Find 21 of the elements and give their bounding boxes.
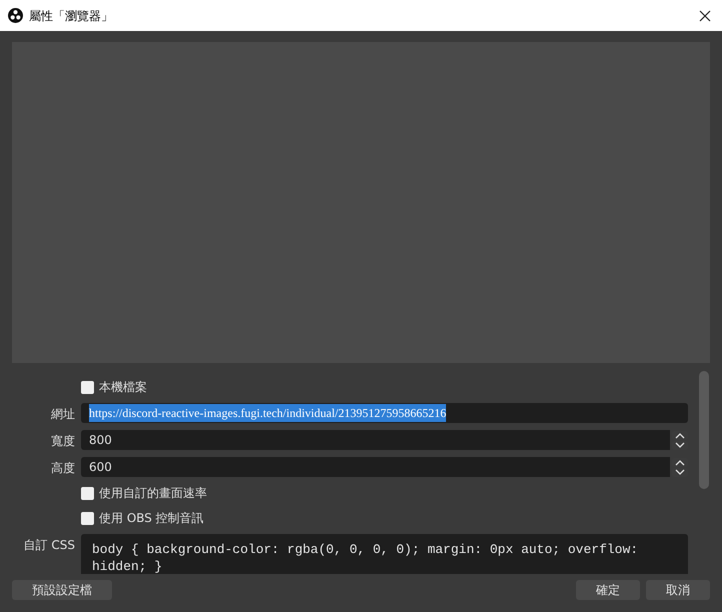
url-field[interactable]: https://discord-reactive-images.fugi.tech/individual/213951275958665216	[81, 403, 688, 423]
field-label: 寬度	[51, 433, 75, 450]
number-field[interactable]: 600	[81, 457, 670, 477]
number-field[interactable]: 800	[81, 430, 670, 450]
defaults-button[interactable]: 預設設定檔	[12, 580, 112, 600]
checkbox[interactable]	[81, 486, 94, 500]
cancel-button[interactable]: 取消	[646, 580, 710, 600]
field-label: 網址	[51, 406, 75, 423]
ok-button[interactable]: 確定	[576, 580, 640, 600]
checkbox-option[interactable]: 使用自訂的畫面速率	[81, 484, 207, 502]
app-logo-icon	[8, 8, 23, 23]
window-title: 屬性「瀏覽器」	[29, 8, 114, 24]
scrollbar[interactable]	[699, 371, 709, 489]
checkbox[interactable]	[81, 380, 94, 394]
checkbox-option[interactable]: 本機檔案	[81, 378, 147, 396]
checkbox[interactable]	[81, 512, 94, 524]
css-text-area[interactable]: body { background-color: rgba(0, 0, 0, 0); margin: 0px auto; overflow: hidden; }	[81, 534, 688, 574]
field-label: 自訂 CSS	[24, 537, 75, 554]
field-label: 高度	[51, 460, 75, 477]
close-icon[interactable]	[699, 10, 711, 22]
checkbox-option[interactable]: 使用 OBS 控制音訊	[81, 509, 204, 527]
